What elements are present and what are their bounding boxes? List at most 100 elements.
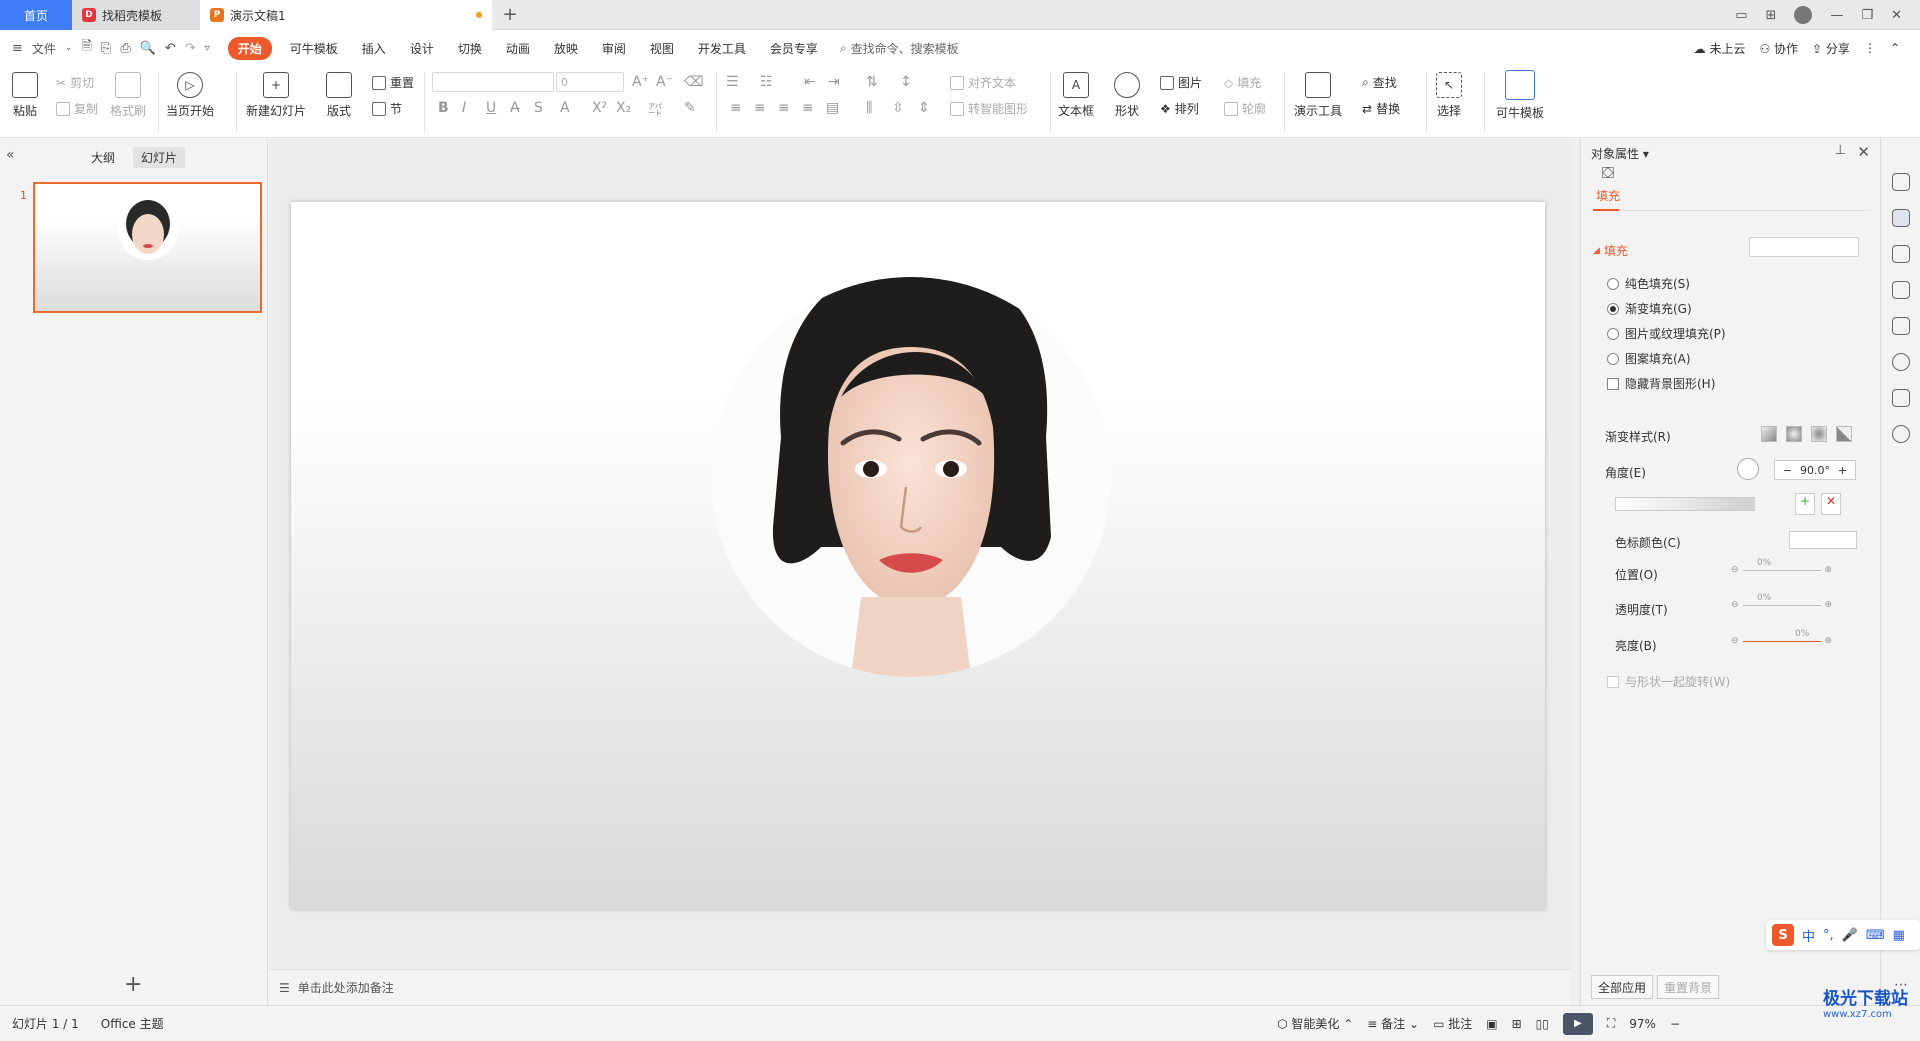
menu-insert[interactable]: 插入 (350, 40, 398, 57)
bold-icon[interactable]: B (438, 100, 449, 116)
subscript-icon[interactable]: X₂ (616, 100, 631, 116)
text-direction-icon[interactable]: ⇅ (866, 74, 878, 90)
present-tool-button[interactable]: 演示工具 (1294, 72, 1342, 119)
notes-area[interactable]: ☰ 单击此处添加备注 (269, 969, 1570, 1005)
fill-button[interactable]: ◇ 填充 (1224, 74, 1261, 91)
delete-stop-icon[interactable]: ✕ (1821, 493, 1841, 515)
menu-transition[interactable]: 切换 (446, 40, 494, 57)
comment-button[interactable]: ▭ 批注 (1433, 1015, 1472, 1032)
para-spacing2-icon[interactable]: ⇕ (918, 100, 930, 116)
grid-icon[interactable]: ⊞ (1766, 8, 1777, 23)
line-spacing-icon[interactable]: ↕ (900, 74, 912, 90)
fill-section-header[interactable]: ◢ 填充 (1593, 242, 1628, 259)
angle-value[interactable]: 90.0° (1800, 464, 1830, 477)
layout-icon[interactable]: ▭ (1735, 8, 1747, 23)
reset-button[interactable]: 重置 (372, 74, 414, 91)
textbox-button[interactable]: A 文本框 (1058, 72, 1094, 119)
copy-button[interactable]: 复制 (56, 100, 98, 117)
format-painter-button[interactable]: 格式刷 (110, 72, 146, 119)
bullet-list-icon[interactable]: ☰ (726, 74, 739, 90)
picture-button[interactable]: 图片 (1160, 74, 1202, 91)
to-smartart-button[interactable]: 转智能图形 (950, 100, 1028, 117)
radio-picture-fill[interactable]: 图片或纹理填充(P) (1607, 325, 1726, 342)
gradient-path-button[interactable] (1836, 426, 1852, 442)
plus-circle-icon[interactable]: ⊕ (1825, 636, 1833, 646)
cut-button[interactable]: ✂ 剪切 (56, 74, 94, 91)
new-slide-button[interactable]: + 新建幻灯片 (246, 72, 306, 119)
radio-solid-fill[interactable]: 纯色填充(S) (1607, 275, 1690, 292)
tab-presentation[interactable]: P 演示文稿1 (200, 0, 492, 30)
slider-track[interactable] (1742, 569, 1821, 571)
arrange-button[interactable]: ❖ 排列 (1160, 100, 1199, 117)
para-spacing-icon[interactable]: ⇳ (892, 100, 904, 116)
align-center-icon[interactable]: ≡ (754, 100, 766, 116)
panel-title[interactable]: 对象属性 ▾ (1591, 145, 1649, 162)
shape-button[interactable]: 形状 (1114, 72, 1140, 119)
decrement-button[interactable]: − (1775, 464, 1800, 477)
ime-language[interactable]: 中 (1802, 926, 1815, 945)
font-family-select[interactable] (432, 72, 554, 92)
collapse-ribbon-icon[interactable]: ⌃ (1890, 41, 1900, 55)
outline-button[interactable]: 轮廓 (1224, 100, 1266, 117)
play-button[interactable]: ▶ (1562, 1012, 1593, 1035)
superscript-icon[interactable]: X² (592, 100, 607, 116)
pin-icon[interactable]: ⊥ (1835, 143, 1846, 158)
portrait-image[interactable] (711, 277, 1111, 677)
layout-button[interactable]: 版式 (326, 72, 352, 119)
menu-member[interactable]: 会员专享 (758, 40, 830, 57)
phonetic-icon[interactable]: ㌀ (648, 100, 662, 120)
plus-circle-icon[interactable]: ⊕ (1825, 600, 1833, 610)
radio-gradient-fill[interactable]: 渐变填充(G) (1607, 300, 1692, 317)
radio-pattern-fill[interactable]: 图案填充(A) (1607, 350, 1691, 367)
menu-review[interactable]: 审阅 (590, 40, 638, 57)
play-current-button[interactable]: ▷ 当页开始 (166, 72, 214, 119)
gallery-icon[interactable] (1892, 317, 1910, 335)
section-button[interactable]: 节 (372, 100, 402, 117)
underline-icon[interactable]: U (486, 100, 496, 116)
menu-view[interactable]: 视图 (638, 40, 686, 57)
properties-icon[interactable] (1892, 209, 1910, 227)
transition-icon[interactable] (1892, 281, 1910, 299)
fill-tab[interactable]: ⛋ 填充 (1595, 163, 1621, 204)
gradient-linear-button[interactable] (1761, 426, 1777, 442)
slide[interactable] (291, 202, 1545, 909)
find-button[interactable]: ⌕ 查找 (1362, 74, 1397, 91)
customize-icon[interactable]: ▿ (205, 43, 210, 54)
menu-home[interactable]: 开始 (227, 36, 272, 60)
apply-all-button[interactable]: 全部应用 (1591, 975, 1654, 999)
increment-button[interactable]: + (1830, 464, 1855, 477)
highlight-icon[interactable]: ✎ (684, 100, 696, 116)
avatar[interactable] (1794, 6, 1813, 24)
numbered-list-icon[interactable]: ☷ (760, 74, 773, 90)
cloud-button[interactable]: ☁ 未上云 (1694, 40, 1746, 57)
notes-button[interactable]: ≡ 备注 ⌄ (1367, 1015, 1419, 1032)
command-search[interactable]: ⌕ 查找命令、搜索模板 (840, 40, 959, 57)
minimize-icon[interactable]: — (1830, 8, 1843, 23)
paste-button[interactable]: 粘贴 (12, 72, 38, 119)
fill-preset-dropdown[interactable] (1749, 237, 1859, 257)
close-icon[interactable]: ✕ (1857, 143, 1870, 161)
italic-icon[interactable]: I (462, 100, 466, 116)
align-left-icon[interactable]: ≡ (730, 100, 742, 116)
shrink-font-icon[interactable]: A⁻ (656, 74, 673, 90)
zoom-level[interactable]: 97% (1629, 1017, 1656, 1031)
minus-circle-icon[interactable]: ⊖ (1731, 565, 1739, 575)
export-icon[interactable]: ⎘ (101, 41, 111, 56)
hide-bg-checkbox[interactable]: 隐藏背景图形(H) (1607, 375, 1715, 392)
outdent-icon[interactable]: ⇤ (804, 74, 816, 90)
restore-icon[interactable]: ❐ (1861, 8, 1873, 23)
hamburger-icon[interactable]: ≡ (12, 41, 23, 56)
slider-track[interactable] (1742, 640, 1821, 642)
menu-slideshow[interactable]: 放映 (542, 40, 590, 57)
save-icon[interactable]: 🗎 (81, 37, 91, 59)
star-icon[interactable] (1892, 245, 1910, 263)
punct-icon[interactable]: °, (1823, 928, 1834, 943)
menu-design[interactable]: 设计 (398, 40, 446, 57)
new-tab-button[interactable]: + (492, 0, 528, 29)
replace-button[interactable]: ⇄ 替换 (1362, 100, 1400, 117)
angle-stepper[interactable]: − 90.0° + (1774, 460, 1856, 480)
justify-icon[interactable]: ≡ (802, 100, 814, 116)
position-slider[interactable]: ⊖ ⊕ (1731, 565, 1832, 575)
minus-circle-icon[interactable]: ⊖ (1731, 600, 1739, 610)
normal-view-icon[interactable]: ▣ (1486, 1017, 1497, 1031)
